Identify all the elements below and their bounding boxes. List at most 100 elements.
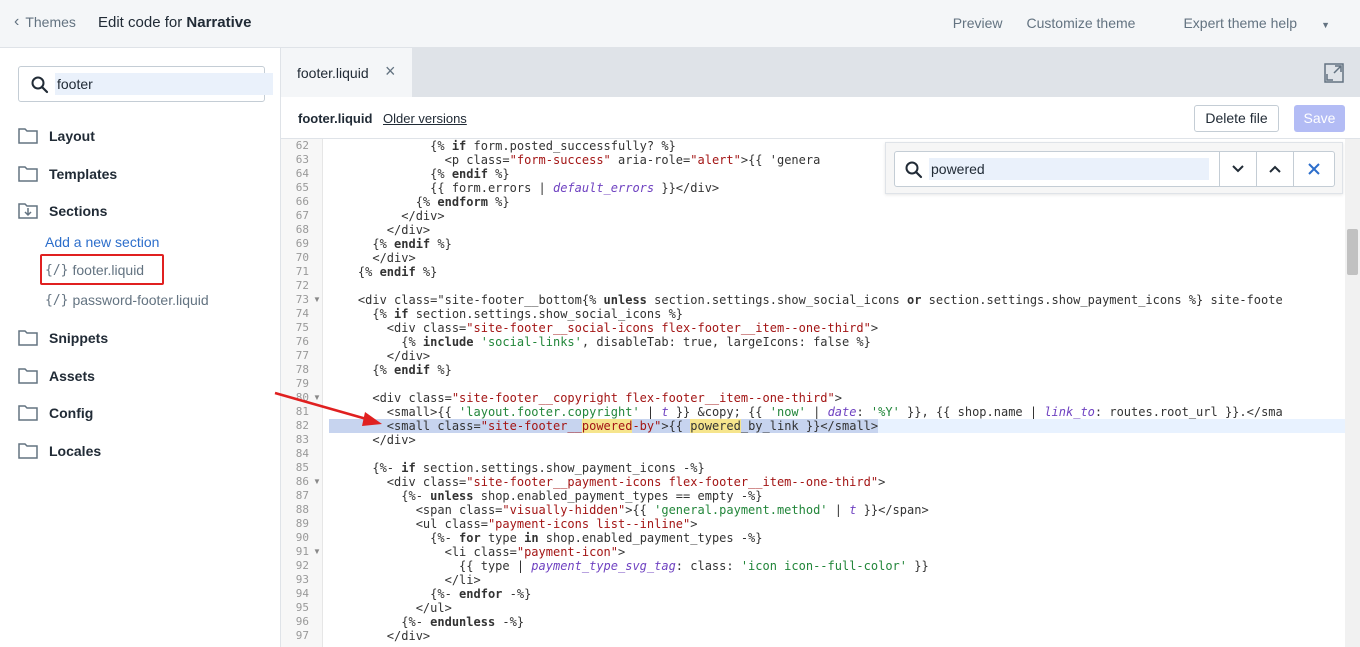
code-line[interactable]: {% if form.posted_successfully? %} — [329, 139, 676, 153]
folder-sections[interactable]: Sections — [18, 203, 107, 219]
top-bar: ‹ Themes Edit code for Narrative Preview… — [0, 0, 1360, 48]
code-line[interactable]: {% endform %} — [329, 195, 510, 209]
code-line[interactable]: <div class="site-footer__bottom{% unless… — [329, 293, 1283, 307]
line-number: 78 — [295, 363, 309, 376]
line-number: 89 — [295, 517, 309, 530]
code-line[interactable]: </div> — [329, 629, 430, 643]
file-password-footer-liquid[interactable]: {/} password-footer.liquid — [45, 292, 209, 308]
line-number: 66 — [295, 195, 309, 208]
code-line[interactable]: {%- if section.settings.show_payment_ico… — [329, 461, 704, 475]
older-versions-link[interactable]: Older versions — [383, 111, 467, 126]
code-lines[interactable]: {% if form.posted_successfully? %} <p cl… — [329, 139, 1349, 647]
line-number: 95 — [295, 601, 309, 614]
folder-open-icon — [18, 203, 38, 219]
customize-theme-link[interactable]: Customize theme — [1027, 15, 1136, 31]
code-line[interactable]: {% endif %} — [329, 237, 452, 251]
code-line[interactable]: {% endif %} — [329, 167, 510, 181]
tab-footer-liquid[interactable]: footer.liquid × — [281, 48, 412, 97]
file-search-input[interactable]: footer — [18, 66, 273, 102]
code-line[interactable]: </div> — [329, 349, 430, 363]
add-new-section-link[interactable]: Add a new section — [45, 234, 159, 250]
find-input[interactable]: powered — [894, 151, 1220, 187]
folder-assets[interactable]: Assets — [18, 368, 95, 384]
fold-toggle-icon[interactable]: ▼ — [313, 547, 321, 556]
preview-link[interactable]: Preview — [953, 15, 1003, 31]
folder-icon — [18, 128, 38, 144]
code-line[interactable]: {{ type | payment_type_svg_tag: class: '… — [329, 559, 929, 573]
page-title: Edit code for Narrative — [98, 14, 252, 31]
fold-toggle-icon[interactable]: ▼ — [313, 295, 321, 304]
scrollbar-thumb[interactable] — [1347, 229, 1358, 275]
code-line[interactable]: </li> — [329, 573, 481, 587]
code-editor[interactable]: 62 63 64 65 66 67 68 69 70 71 72 73 ▼ 74 75 76 77 78 79 80 ▼… — [281, 139, 1360, 647]
caret-down-icon: ▼ — [1321, 20, 1330, 30]
line-number: 71 — [295, 265, 309, 278]
line-number: 88 — [295, 503, 309, 516]
expert-theme-help-menu[interactable]: Expert theme help ▼ — [1159, 15, 1330, 31]
back-to-themes-link[interactable]: ‹ Themes — [14, 13, 76, 31]
code-line[interactable]: <div class="site-footer__copyright flex-… — [329, 391, 842, 405]
line-number: 77 — [295, 349, 309, 362]
code-line[interactable]: <div class="site-footer__social-icons fl… — [329, 321, 878, 335]
top-actions: Preview Customize theme Expert theme hel… — [929, 15, 1330, 31]
code-line[interactable]: </div> — [329, 209, 444, 223]
folder-icon — [18, 166, 38, 182]
line-number: 63 — [295, 153, 309, 166]
code-line[interactable]: {%- unless shop.enabled_payment_types ==… — [329, 489, 762, 503]
line-number: 96 — [295, 615, 309, 628]
code-line[interactable]: {% endif %} — [329, 265, 438, 279]
code-line[interactable]: <li class="payment-icon"> — [329, 545, 626, 559]
code-line[interactable]: {% endif %} — [329, 363, 452, 377]
code-line[interactable]: {% if section.settings.show_social_icons… — [329, 307, 683, 321]
fold-toggle-icon[interactable]: ▼ — [313, 477, 321, 486]
folder-locales[interactable]: Locales — [18, 443, 101, 459]
code-line[interactable]: </ul> — [329, 601, 452, 615]
find-previous-button[interactable] — [1256, 151, 1294, 187]
code-line[interactable]: <div class="site-footer__payment-icons f… — [329, 475, 886, 489]
close-icon[interactable]: × — [385, 61, 396, 82]
code-line[interactable]: {%- endunless -%} — [329, 615, 524, 629]
line-number: 90 — [295, 531, 309, 544]
folder-config[interactable]: Config — [18, 405, 93, 421]
find-panel: powered — [885, 142, 1343, 194]
line-number: 64 — [295, 167, 309, 180]
code-line[interactable]: <ul class="payment-icons list--inline"> — [329, 517, 698, 531]
folder-layout[interactable]: Layout — [18, 128, 95, 144]
code-line[interactable]: <span class="visually-hidden">{{ 'genera… — [329, 503, 929, 517]
close-icon — [1308, 163, 1320, 175]
code-line[interactable]: </div> — [329, 223, 430, 237]
find-next-button[interactable] — [1219, 151, 1257, 187]
back-label: Themes — [25, 14, 76, 30]
code-line[interactable]: {%- endfor -%} — [329, 587, 531, 601]
line-number: 74 — [295, 307, 309, 320]
vertical-scrollbar[interactable] — [1345, 139, 1360, 647]
line-number: 85 — [295, 461, 309, 474]
code-line[interactable]: <p class="form-success" aria-role="alert… — [329, 153, 821, 167]
folder-templates[interactable]: Templates — [18, 166, 117, 182]
file-search-value: footer — [55, 73, 273, 95]
code-line[interactable]: <small class="site-footer__powered-by">{… — [329, 419, 879, 433]
line-number: 93 — [295, 573, 309, 586]
line-number: 73 — [295, 293, 309, 306]
current-file-name: footer.liquid — [298, 111, 373, 126]
save-button[interactable]: Save — [1294, 105, 1345, 132]
code-line[interactable]: {{ form.errors | default_errors }}</div> — [329, 181, 719, 195]
search-icon — [905, 161, 923, 179]
delete-file-button[interactable]: Delete file — [1194, 105, 1279, 132]
line-number: 68 — [295, 223, 309, 236]
code-line[interactable]: </div> — [329, 251, 415, 265]
line-number: 97 — [295, 629, 309, 642]
close-find-button[interactable] — [1293, 151, 1335, 187]
folder-icon — [18, 443, 38, 459]
line-number: 92 — [295, 559, 309, 572]
code-line[interactable]: {%- for type in shop.enabled_payment_typ… — [329, 531, 762, 545]
folder-snippets[interactable]: Snippets — [18, 330, 108, 346]
code-line[interactable]: {% include 'social-links', disableTab: t… — [329, 335, 871, 349]
code-line[interactable]: <small>{{ 'layout.footer.copyright' | t … — [329, 405, 1283, 419]
find-value: powered — [929, 158, 1209, 180]
chevron-left-icon: ‹ — [14, 13, 20, 30]
chevron-down-icon — [1232, 165, 1244, 173]
line-number: 86 — [295, 475, 309, 488]
highlight-box — [40, 254, 164, 285]
expand-icon[interactable] — [1323, 62, 1345, 84]
